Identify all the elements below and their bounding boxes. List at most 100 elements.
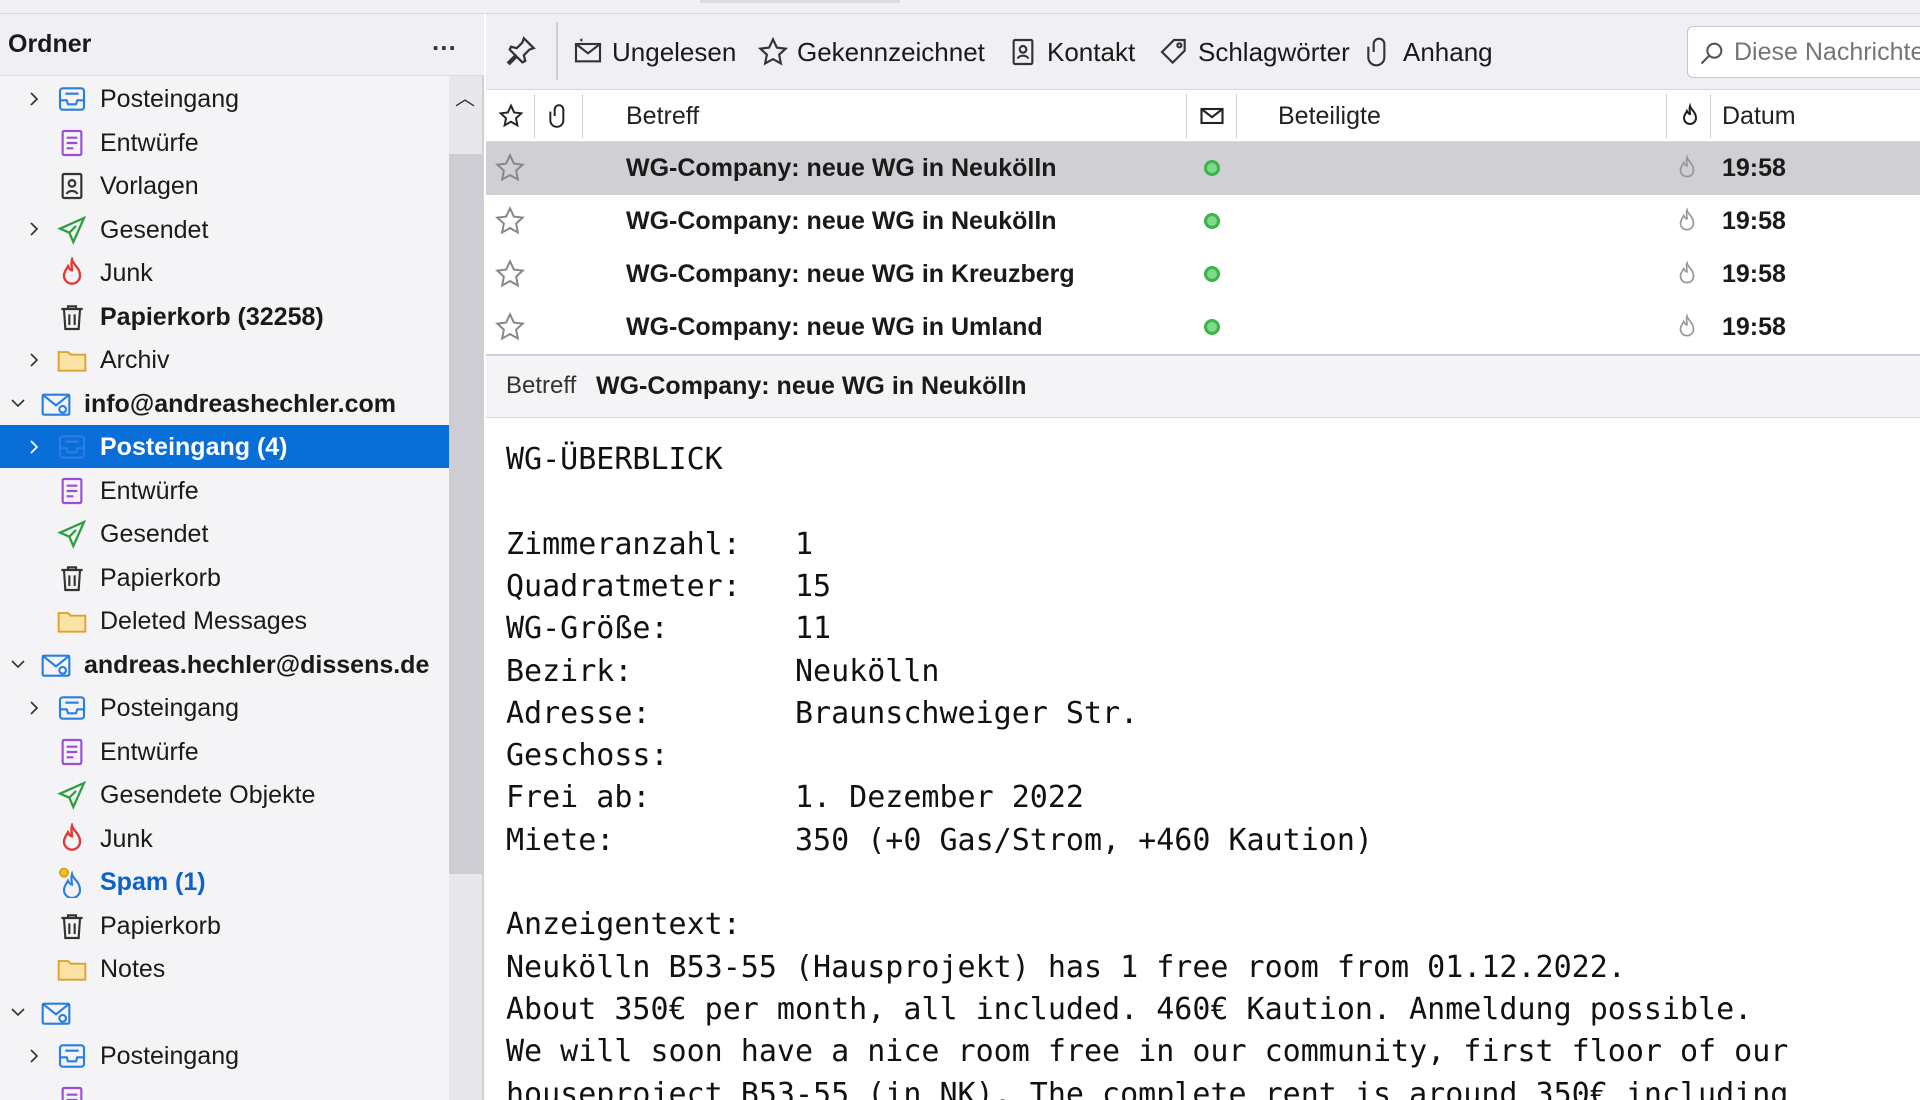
chevron-right-icon[interactable] [24, 1034, 44, 1077]
folder-row[interactable]: Notes [0, 947, 449, 990]
folder-label: Entwürfe [100, 128, 199, 157]
star-icon[interactable] [494, 152, 526, 189]
templates-icon [56, 170, 88, 202]
folder-row[interactable]: Spam (1) [0, 860, 449, 903]
message-search-input[interactable] [1734, 37, 1920, 67]
folder-row[interactable]: Gesendet [0, 208, 449, 251]
message-row[interactable]: WG-Company: neue WG in Neukölln 19:58 [486, 195, 1920, 248]
body-line: Quadratmeter: 15 [506, 568, 832, 604]
folder-label: Posteingang [100, 694, 240, 722]
message-date: 19:58 [1722, 313, 1786, 341]
message-row[interactable]: WG-Company: neue WG in Neukölln 19:58 [486, 142, 1920, 195]
folder-row[interactable]: info@andreashechler.com [0, 382, 449, 425]
chevron-down-icon[interactable] [8, 382, 28, 425]
folder-row[interactable]: Gesendet [0, 512, 449, 555]
unread-dot-icon[interactable] [1204, 160, 1220, 176]
message-date: 19:58 [1722, 260, 1786, 288]
scrollbar-thumb[interactable] [449, 154, 482, 874]
subject-value: WG-Company: neue WG in Neukölln [596, 372, 1027, 400]
folder-row[interactable]: Archiv [0, 338, 449, 381]
chevron-right-icon[interactable] [24, 338, 44, 381]
filter-paperclip-button[interactable]: Anhang [1363, 34, 1493, 70]
folder-row[interactable]: Posteingang (4) [0, 425, 449, 468]
folder-row[interactable]: Papierkorb [0, 556, 449, 599]
star-icon[interactable] [494, 311, 526, 348]
column-junk-status-icon[interactable] [1678, 90, 1702, 142]
folder-scrollbar[interactable]: ︿ [449, 76, 482, 1100]
star-icon[interactable] [494, 205, 526, 242]
chevron-right-icon[interactable] [24, 686, 44, 729]
folder-row[interactable]: Posteingang [0, 686, 449, 729]
message-row[interactable]: WG-Company: neue WG in Kreuzberg 19:58 [486, 248, 1920, 301]
folder-tree: Posteingang Entwürfe Vorlagen Gesendet Junk P… [0, 76, 449, 1100]
message-subject: WG-Company: neue WG in Kreuzberg [626, 260, 1075, 288]
folder-label: Junk [100, 824, 153, 853]
folder-row[interactable] [0, 1078, 449, 1100]
scroll-up-icon[interactable]: ︿ [455, 82, 475, 111]
filter-tag-button[interactable]: Schlagwörter [1158, 34, 1350, 70]
folder-row[interactable]: Deleted Messages [0, 599, 449, 642]
junk-status-icon[interactable] [1674, 154, 1700, 187]
column-separator [582, 94, 583, 138]
body-line: Neukölln B53-55 (Hausprojekt) has 1 free… [506, 949, 1626, 985]
body-line: WG-ÜBERBLICK [506, 442, 723, 477]
body-line: houseproject B53-55 (in NK). The complet… [506, 1076, 1789, 1100]
folder-row[interactable]: Entwürfe [0, 730, 449, 773]
folder-pane-more-button[interactable]: ... [432, 26, 457, 57]
folder-row[interactable]: Papierkorb (32258) [0, 295, 449, 338]
column-attachment-icon[interactable] [546, 90, 572, 142]
folder-row[interactable]: andreas.hechler@dissens.de [0, 643, 449, 686]
folder-pane: Ordner ... Posteingang Entwürfe Vorlagen Ge… [0, 14, 484, 1100]
unread-dot-icon[interactable] [1204, 319, 1220, 335]
folder-row[interactable]: Junk [0, 817, 449, 860]
column-read-status-icon[interactable] [1198, 90, 1226, 142]
message-subject: WG-Company: neue WG in Neukölln [626, 207, 1057, 235]
column-subject[interactable]: Betreff [626, 90, 699, 142]
body-line: Frei ab: 1. Dezember 2022 [506, 780, 1084, 816]
inbox-icon [56, 431, 88, 463]
junk-status-icon[interactable] [1674, 313, 1700, 346]
filter-unread-button[interactable]: Ungelesen [572, 34, 736, 70]
folder-row[interactable]: Vorlagen [0, 164, 449, 207]
filter-star-button[interactable]: Gekennzeichnet [757, 34, 985, 70]
account-icon [40, 997, 72, 1029]
inbox-icon [56, 1040, 88, 1072]
message-search-box[interactable] [1687, 26, 1920, 78]
chevron-right-icon[interactable] [24, 425, 44, 468]
junk-status-icon[interactable] [1674, 260, 1700, 293]
filter-label: Kontakt [1047, 36, 1136, 67]
junk-icon [56, 255, 88, 289]
folder-label: info@andreashechler.com [84, 389, 396, 418]
folder-row[interactable]: Posteingang [0, 77, 449, 120]
spam-icon [56, 866, 88, 899]
junk-status-icon[interactable] [1674, 207, 1700, 240]
folder-row[interactable] [0, 991, 449, 1034]
message-row[interactable]: WG-Company: neue WG in Umland 19:58 [486, 301, 1920, 354]
search-icon [1700, 42, 1723, 65]
column-correspondents[interactable]: Beteiligte [1278, 90, 1381, 142]
chevron-right-icon[interactable] [24, 208, 44, 251]
column-star-icon[interactable] [498, 90, 524, 142]
chevron-down-icon[interactable] [8, 643, 28, 686]
chevron-right-icon[interactable] [24, 77, 44, 120]
folder-row[interactable]: Papierkorb [0, 904, 449, 947]
chevron-down-icon[interactable] [8, 991, 28, 1034]
message-list-header: Betreff Beteiligte Datum [486, 90, 1920, 142]
unread-dot-icon[interactable] [1204, 213, 1220, 229]
folder-row[interactable]: Junk [0, 251, 449, 294]
folder-row[interactable]: Entwürfe [0, 469, 449, 512]
column-date[interactable]: Datum [1722, 90, 1796, 142]
folder-row[interactable]: Posteingang [0, 1034, 449, 1077]
star-icon [757, 36, 797, 68]
folder-label: Entwürfe [100, 737, 199, 766]
account-icon [40, 388, 72, 420]
account-icon [40, 649, 72, 681]
filter-contact-button[interactable]: Kontakt [1007, 34, 1135, 70]
folder-row[interactable]: Entwürfe [0, 121, 449, 164]
inbox-icon [56, 83, 88, 115]
pin-icon[interactable] [504, 34, 538, 68]
folder-row[interactable]: Gesendete Objekte [0, 773, 449, 816]
star-icon[interactable] [494, 258, 526, 295]
unread-dot-icon[interactable] [1204, 266, 1220, 282]
toolbar-separator [556, 22, 558, 80]
